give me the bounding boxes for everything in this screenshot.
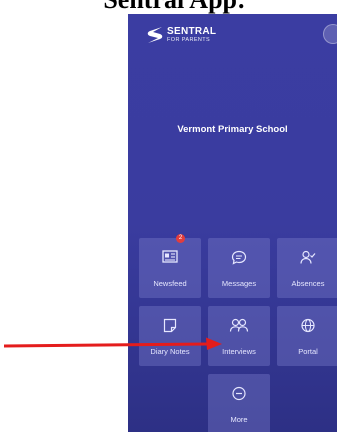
tile-label: Portal	[298, 347, 318, 356]
document-heading: Sentral App:	[0, 0, 337, 14]
tile-diary-notes[interactable]: Diary Notes	[139, 306, 201, 366]
newsfeed-icon	[162, 250, 178, 263]
notification-badge: 2	[176, 234, 185, 243]
chat-icon	[231, 250, 247, 265]
tile-interviews[interactable]: Interviews	[208, 306, 270, 366]
more-icon	[232, 386, 246, 401]
sentral-logo-icon	[147, 27, 163, 43]
tile-label: More	[230, 415, 248, 424]
red-arrow-annotation	[3, 337, 222, 350]
tile-absences[interactable]: Absences	[277, 238, 337, 298]
tile-label: Newsfeed	[153, 279, 187, 288]
tile-label: Absences	[291, 279, 325, 288]
app-screen: SENTRAL FOR PARENTS Vermont Primary Scho…	[128, 14, 337, 432]
settings-icon[interactable]	[323, 24, 337, 44]
school-name: Vermont Primary School	[177, 124, 288, 135]
people-icon	[229, 318, 249, 332]
person-check-icon	[300, 250, 316, 264]
tile-newsfeed[interactable]: 2 Newsfeed	[139, 234, 201, 298]
tile-portal[interactable]: Portal	[277, 306, 337, 366]
tile-more[interactable]: More	[208, 374, 270, 432]
app-logo: SENTRAL FOR PARENTS	[147, 26, 216, 44]
logo-subtitle: FOR PARENTS	[167, 36, 211, 43]
note-icon	[163, 318, 177, 333]
logo-title: SENTRAL	[167, 25, 217, 37]
tile-label: Messages	[221, 279, 257, 288]
globe-icon	[301, 318, 315, 333]
tile-messages[interactable]: Messages	[208, 238, 270, 298]
